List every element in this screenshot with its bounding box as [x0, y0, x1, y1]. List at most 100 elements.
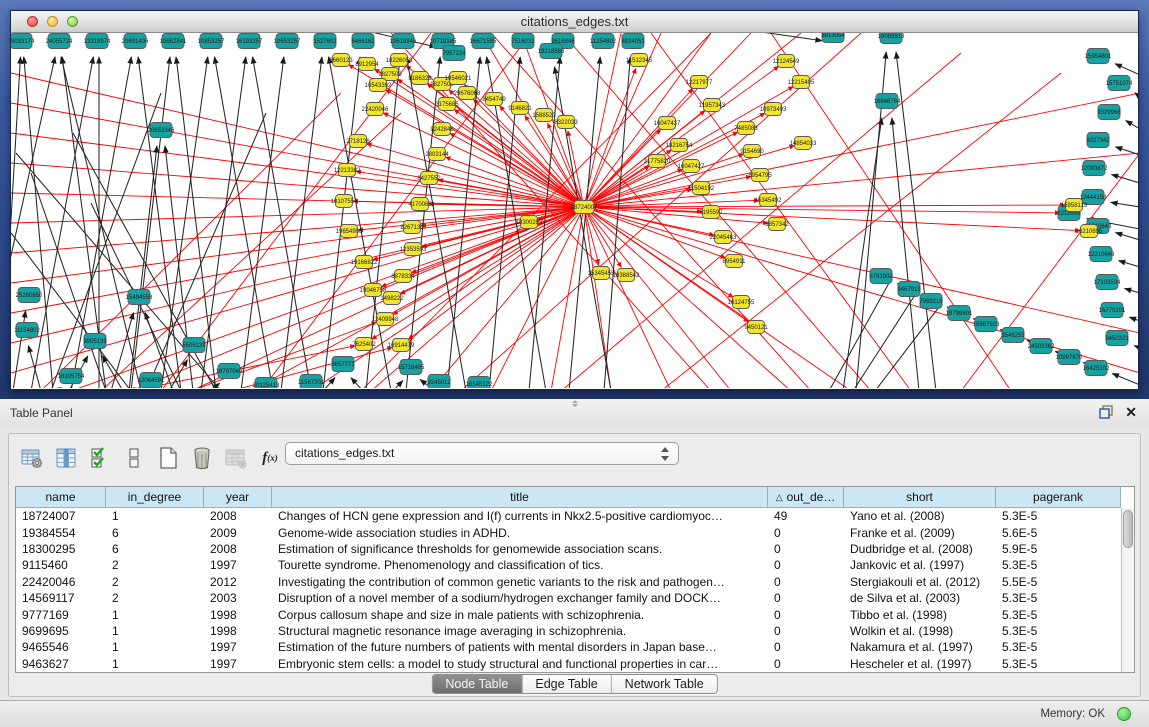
cell-out_de: 0 [768, 524, 844, 540]
node-label: 3657771 [331, 362, 355, 368]
deselect-rows-icon[interactable] [121, 445, 147, 471]
node-label: 8427552 [417, 176, 441, 182]
cell-pagerank: 5.3E-5 [996, 656, 1121, 672]
node-label: 19033174 [11, 39, 35, 45]
network-graph-canvas[interactable]: 1903317424055724133199742069140619662841… [11, 33, 1138, 388]
cell-title: Investigating the contribution of common… [272, 574, 768, 590]
delete-table-icon[interactable] [189, 445, 215, 471]
column-header-title[interactable]: title [272, 487, 768, 508]
table-mode-tabs: Node TableEdge TableNetwork Table [431, 674, 717, 694]
float-panel-icon[interactable] [1099, 405, 1113, 419]
cell-pagerank: 5.3E-5 [996, 606, 1121, 622]
node-label: 8322033 [554, 120, 578, 126]
table-row[interactable]: 2242004622012Investigating the contribut… [16, 574, 1134, 590]
node-label: 25260850 [16, 293, 43, 299]
table-row[interactable]: 1830029562008Estimation of significance … [16, 541, 1134, 557]
vertical-scrollbar[interactable] [1121, 508, 1134, 672]
dropdown-spinner-icon [660, 446, 669, 462]
table-source-dropdown[interactable]: citations_edges.txt [285, 442, 679, 465]
node-label: 12210648 [1088, 252, 1115, 258]
node-label: 8267130 [400, 225, 424, 231]
node-label: 24055724 [46, 39, 73, 45]
table-source-value: citations_edges.txt [295, 446, 394, 460]
node-label: 18107554 [331, 199, 358, 205]
node-label: 18799601 [946, 311, 973, 317]
cell-in_degree: 2 [106, 590, 204, 606]
node-label: 5505139 [182, 343, 206, 349]
node-label: 12444158 [1080, 195, 1107, 201]
node-label: 11154802 [14, 328, 40, 334]
node-label: 15494558 [126, 295, 153, 301]
node-label: 9154690 [740, 149, 764, 155]
node-label: 16671585 [470, 39, 497, 45]
table-row[interactable]: 977716911998Corpus callosum shape and si… [16, 606, 1134, 622]
tab-edge-table[interactable]: Edge Table [522, 675, 611, 693]
node-label: 2803144 [425, 152, 449, 158]
table-row[interactable]: 946362711997Embryonic stem cells: a mode… [16, 656, 1134, 672]
node-label: 10973493 [760, 107, 787, 113]
node-label: 18300295 [516, 220, 543, 226]
node-label: 8834051 [621, 39, 645, 45]
column-header-year[interactable]: year [204, 487, 272, 508]
table-row[interactable]: 911546021997Tourette syndrome. Phenomeno… [16, 557, 1134, 573]
node-label: 11957343 [699, 103, 726, 109]
cell-year: 2009 [204, 524, 272, 540]
node-label: 10719185 [430, 39, 457, 45]
node-label: 16124755 [728, 300, 755, 306]
node-label: 8195597 [699, 210, 723, 216]
cell-out_de: 0 [768, 656, 844, 672]
table-settings-icon[interactable] [19, 445, 45, 471]
select-all-check-icon[interactable] [87, 445, 113, 471]
column-header-out_de[interactable]: △out_de… [768, 487, 844, 508]
node-label: 8912954 [355, 62, 379, 68]
node-label: 15958113 [1061, 203, 1088, 209]
node-label: 10653257 [274, 39, 301, 45]
cell-in_degree: 1 [106, 639, 204, 655]
cell-pagerank: 5.3E-5 [996, 639, 1121, 655]
scrollbar-thumb[interactable] [1123, 510, 1133, 548]
node-label: 19654908 [336, 229, 363, 235]
table-row[interactable]: 1872400712008Changes of HCN gene express… [16, 508, 1134, 524]
close-panel-icon[interactable]: ✕ [1125, 405, 1137, 419]
column-select-icon[interactable] [53, 445, 79, 471]
network-window-titlebar[interactable]: citations_edges.txt [11, 11, 1138, 33]
cell-title: Corpus callosum shape and size in male p… [272, 606, 768, 622]
cell-pagerank: 5.3E-5 [996, 557, 1121, 573]
node-label: 19218586 [538, 49, 565, 55]
node-label: 11567201 [298, 380, 325, 386]
function-builder-icon[interactable]: f(x) [257, 445, 283, 471]
table-row[interactable]: 1456911722003Disruption of a novel membe… [16, 590, 1134, 606]
split-divider-grip-icon[interactable] [570, 400, 579, 407]
cell-in_degree: 6 [106, 541, 204, 557]
tab-network-table[interactable]: Network Table [612, 675, 717, 693]
table-row[interactable]: 1938455462009Genome-wide association stu… [16, 524, 1134, 540]
node-label: 19388542 [613, 273, 640, 279]
new-table-icon[interactable] [155, 445, 181, 471]
cell-year: 2008 [204, 541, 272, 557]
cell-out_de: 0 [768, 590, 844, 606]
column-header-pagerank[interactable]: pagerank [996, 487, 1121, 508]
column-header-short[interactable]: short [844, 487, 996, 508]
column-header-name[interactable]: name [16, 487, 106, 508]
cell-title: Estimation of the future numbers of pati… [272, 639, 768, 655]
node-label: 10543392 [365, 83, 392, 89]
node-label: 1498222 [380, 296, 404, 302]
cell-title: Structural magnetic resonance image aver… [272, 623, 768, 639]
column-header-in_degree[interactable]: in_degree [106, 487, 204, 508]
node-label: 9450321 [1105, 336, 1129, 342]
node-label: 19546021 [445, 76, 472, 82]
node-label: 4170063 [408, 202, 432, 208]
node-label: 16047427 [678, 164, 705, 170]
cell-pagerank: 5.3E-5 [996, 623, 1121, 639]
table-row[interactable]: 969969511998Structural magnetic resonanc… [16, 623, 1134, 639]
node-label: 18226058 [386, 58, 413, 64]
cell-short: Dudbridge et al. (2008) [844, 541, 996, 557]
tab-node-table[interactable]: Node Table [432, 675, 522, 693]
cell-short: Jankovic et al. (1997) [844, 557, 996, 573]
network-view-window[interactable]: citations_edges.txt 19033174240557241331… [10, 10, 1139, 390]
cell-pagerank: 5.3E-5 [996, 590, 1121, 606]
cell-name: 9463627 [16, 656, 106, 672]
node-label: 8954911 [723, 259, 747, 265]
memory-ok-indicator-icon[interactable] [1117, 707, 1131, 721]
table-row[interactable]: 946554611997Estimation of the future num… [16, 639, 1134, 655]
